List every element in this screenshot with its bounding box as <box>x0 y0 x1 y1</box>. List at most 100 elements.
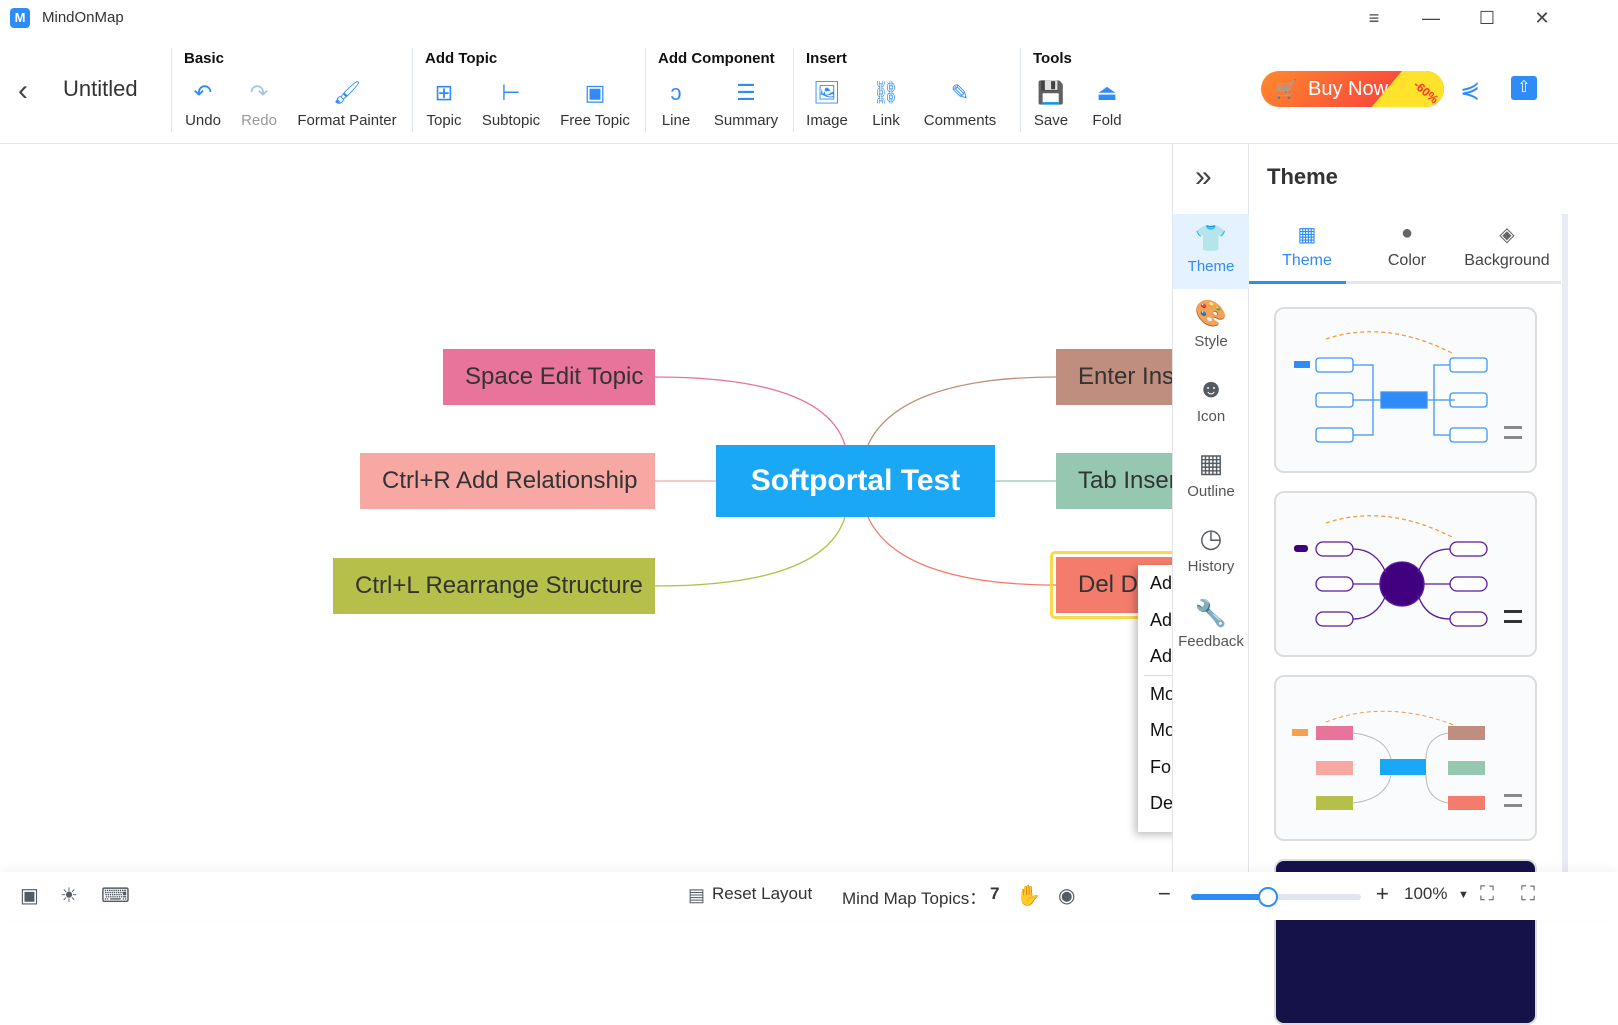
context-menu-item[interactable]: Ad <box>1138 602 1172 639</box>
title-bar: M MindOnMap ≡ — ☐ ✕ <box>0 0 1618 36</box>
context-menu-item[interactable]: Ad <box>1138 638 1172 675</box>
color-tab-icon: ● <box>1400 222 1414 244</box>
comments-icon: ✎ <box>950 80 970 105</box>
topics-count-label: Mind Map Topics： <box>842 889 987 908</box>
fold-button[interactable]: ⏏ Fold <box>1092 78 1121 129</box>
buy-now-button[interactable]: 🛒 Buy Now -60% <box>1261 71 1444 107</box>
app-logo: M <box>10 8 30 28</box>
mindmap-canvas[interactable]: Space Edit Topic Ctrl+R Add Relationship C… <box>0 144 1172 872</box>
summary-button[interactable]: ☰ Summary <box>714 78 778 129</box>
fit-screen-icon[interactable]: ⛶ <box>1480 883 1494 906</box>
shirt-icon: 👕 <box>1194 223 1228 253</box>
sidebar-item-style[interactable]: 🎨 Style <box>1173 289 1249 364</box>
topic-node[interactable]: Tab Inser <box>1056 453 1172 509</box>
menu-button[interactable]: ≡ <box>1359 6 1389 30</box>
sidebar-item-feedback[interactable]: 🔧 Feedback <box>1173 589 1249 664</box>
tab-label: Color <box>1387 252 1427 269</box>
line-button[interactable]: ↄ Line <box>662 78 690 129</box>
tool-label: Redo <box>241 112 277 129</box>
topics-count: 7 <box>990 884 1000 903</box>
brightness-icon[interactable]: ☀ <box>60 883 78 908</box>
line-icon: ↄ <box>670 80 682 105</box>
add-topic-icon: ⊞ <box>434 80 454 105</box>
zoom-slider[interactable] <box>1191 887 1361 907</box>
fullscreen-icon[interactable]: ⛶ <box>1521 883 1535 906</box>
topic-node[interactable]: Ctrl+L Rearrange Structure <box>333 558 655 614</box>
group-title: Tools <box>1033 50 1072 67</box>
tab-theme[interactable]: ▦ Theme <box>1255 222 1359 270</box>
topic-node[interactable]: Space Edit Topic <box>443 349 655 405</box>
save-icon: 💾 <box>1037 80 1065 105</box>
panel-scrollbar[interactable] <box>1562 214 1568 874</box>
document-title[interactable]: Untitled <box>63 76 138 102</box>
close-button[interactable]: ✕ <box>1527 6 1557 30</box>
theme-card-colorful[interactable] <box>1274 675 1537 841</box>
zoom-level[interactable]: 100% <box>1404 884 1447 904</box>
minimap-icon[interactable]: ▣ <box>20 883 39 908</box>
redo-button[interactable]: ↷ Redo <box>241 78 277 129</box>
palette-icon: 🎨 <box>1194 298 1228 328</box>
topic-node[interactable]: Enter Inse <box>1056 349 1172 405</box>
maximize-button[interactable]: ☐ <box>1472 6 1502 30</box>
back-chevron-icon[interactable]: ‹ <box>18 74 28 108</box>
toolbar-group-tools: Tools 💾 Save ⏏ Fold <box>1020 48 1122 132</box>
share-icon[interactable]: ⋞ <box>1460 76 1480 105</box>
sidebar-item-label: Style <box>1194 333 1228 350</box>
save-button[interactable]: 💾 Save <box>1034 78 1068 129</box>
free-topic-button[interactable]: ▣ Free Topic <box>560 78 630 129</box>
context-menu: Ad Ad Ad Mo Mo Fo De <box>1138 565 1172 832</box>
context-menu-item[interactable]: De <box>1138 785 1172 822</box>
fold-icon: ⏏ <box>1096 80 1118 105</box>
topic-button[interactable]: ⊞ Topic <box>426 78 461 129</box>
sidebar-item-outline[interactable]: ▦ Outline <box>1173 439 1249 514</box>
tab-background[interactable]: ◈ Background <box>1455 222 1559 270</box>
comments-button[interactable]: ✎ Comments <box>924 78 997 129</box>
sidebar-item-theme[interactable]: 👕 Theme <box>1173 214 1249 289</box>
tool-label: Format Painter <box>297 112 397 129</box>
theme-card-blue[interactable] <box>1274 307 1537 473</box>
link-icon: ⛓ <box>872 80 900 105</box>
sidebar: » 👕 Theme 🎨 Style ☻ Icon ▦ Outline ◷ History 🔧 Feed… <box>1172 144 1249 872</box>
context-menu-item[interactable]: Fo <box>1138 749 1172 786</box>
active-tab-indicator <box>1249 281 1346 284</box>
collapse-panel-icon[interactable]: » <box>1195 160 1212 194</box>
keyboard-icon[interactable]: ⌨ <box>101 883 130 908</box>
zoom-dropdown-icon[interactable]: ▼ <box>1458 889 1469 901</box>
central-topic[interactable]: Softportal Test <box>716 445 995 517</box>
export-icon[interactable]: ⇧ <box>1511 76 1537 100</box>
link-button[interactable]: ⛓ Link <box>872 78 900 129</box>
reset-layout-icon[interactable]: ▤ <box>688 885 705 906</box>
sidebar-item-history[interactable]: ◷ History <box>1173 514 1249 589</box>
theme-preview <box>1292 710 1522 810</box>
format-painter-button[interactable]: 🖌 Format Painter <box>297 78 396 129</box>
zoom-slider-handle[interactable] <box>1257 887 1278 907</box>
undo-button[interactable]: ↶ Undo <box>185 78 221 129</box>
reset-layout-button[interactable]: Reset Layout <box>712 884 812 904</box>
connection-line <box>867 516 1057 586</box>
context-menu-item[interactable]: Ad <box>1138 565 1172 602</box>
panel-tabs: ▦ Theme ● Color ◈ Background <box>1249 214 1561 284</box>
connection-line <box>654 516 846 587</box>
context-menu-item[interactable]: Mo <box>1138 676 1172 713</box>
theme-card-purple[interactable] <box>1274 491 1537 657</box>
tab-label: Theme <box>1282 252 1332 269</box>
tab-color[interactable]: ● Color <box>1355 222 1459 270</box>
redo-icon: ↷ <box>249 80 269 105</box>
subtopic-button[interactable]: ⊢ Subtopic <box>482 78 540 129</box>
zoom-in-button[interactable]: + <box>1376 881 1389 907</box>
minimize-button[interactable]: — <box>1416 6 1446 30</box>
app-title: MindOnMap <box>42 9 124 26</box>
sidebar-item-icon[interactable]: ☻ Icon <box>1173 364 1249 439</box>
image-icon: 🖼 <box>813 80 841 105</box>
eye-icon[interactable]: ◉ <box>1058 883 1075 908</box>
topic-node[interactable]: Ctrl+R Add Relationship <box>360 453 655 509</box>
theme-preview <box>1294 515 1522 627</box>
tool-label: Undo <box>185 112 221 129</box>
image-button[interactable]: 🖼 Image <box>806 78 848 129</box>
sidebar-item-label: Feedback <box>1178 633 1244 650</box>
toolbar-group-basic: Basic ↶ Undo ↷ Redo 🖌 Format Painter <box>171 48 412 132</box>
hand-pan-icon[interactable]: ✋ <box>1016 883 1041 908</box>
context-menu-item[interactable]: Mo <box>1138 712 1172 749</box>
zoom-out-button[interactable]: − <box>1158 881 1171 907</box>
smiley-icon: ☻ <box>1197 373 1225 403</box>
